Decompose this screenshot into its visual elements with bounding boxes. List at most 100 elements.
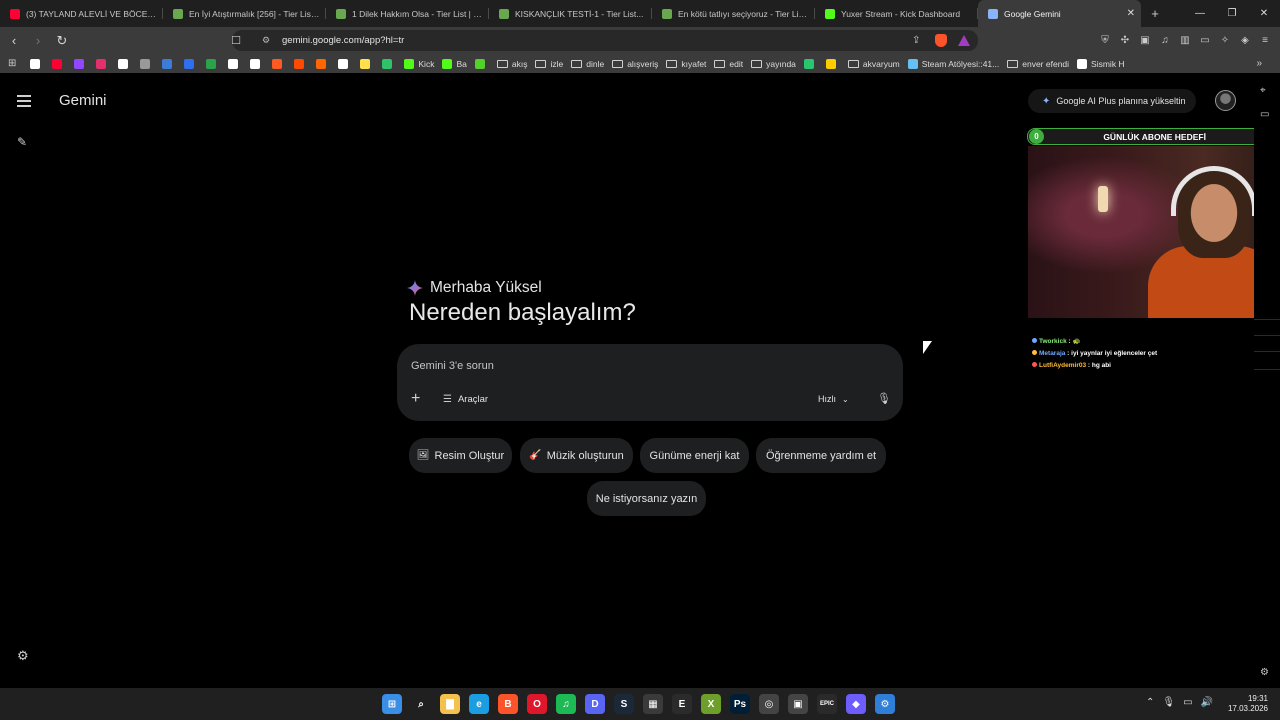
bookmark-item[interactable] <box>272 58 286 69</box>
bookmark-item[interactable] <box>30 58 44 69</box>
close-tab-icon[interactable]: ✕ <box>1127 8 1135 19</box>
bookmark-item[interactable]: Ba <box>442 58 467 69</box>
bookmark-item[interactable] <box>382 58 396 69</box>
apps-grid-icon[interactable]: ⊞ <box>8 58 16 69</box>
model-mode-selector[interactable]: Hızlı ⌄ <box>818 394 849 404</box>
tools-button[interactable]: ☰ Araçlar <box>443 394 488 405</box>
volume-icon[interactable]: 🔊 <box>1201 697 1213 708</box>
tab-5[interactable]: Yuxer Stream - Kick Dashboard <box>815 0 978 27</box>
close-window-button[interactable]: ✕ <box>1248 0 1280 27</box>
share-icon[interactable]: ⇪ <box>912 35 920 46</box>
bookmark-item[interactable] <box>118 58 132 69</box>
steam-icon[interactable]: S <box>614 694 634 714</box>
microphone-icon[interactable]: 🎙 <box>877 392 891 405</box>
bookmark-item[interactable] <box>140 58 154 69</box>
forward-icon[interactable]: › <box>28 31 48 51</box>
upgrade-plan-button[interactable]: ✦ Google AI Plus planına yükseltin <box>1028 89 1196 113</box>
back-icon[interactable]: ‹ <box>4 31 24 51</box>
brave-icon[interactable]: B <box>498 694 518 714</box>
bookmark-item[interactable]: yayında <box>751 59 796 69</box>
app-title[interactable]: Gemini <box>59 92 107 109</box>
url-field[interactable]: ☐ ⚙ gemini.google.com/app?hl=tr ⇪ <box>229 30 978 51</box>
tab-6[interactable]: Google Gemini ✕ <box>978 0 1141 27</box>
bookmark-icon[interactable]: ☐ <box>229 34 243 47</box>
add-attachment-icon[interactable]: + <box>411 390 420 408</box>
main-menu-icon[interactable] <box>17 95 31 110</box>
new-chat-icon[interactable]: ✎ <box>17 135 27 149</box>
new-tab-button[interactable]: + <box>1145 6 1165 21</box>
calculator-icon[interactable]: ▦ <box>643 694 663 714</box>
bookmark-item[interactable] <box>825 58 840 69</box>
url-text[interactable]: gemini.google.com/app?hl=tr <box>282 35 404 46</box>
bookmark-item[interactable]: izle <box>535 59 563 69</box>
xbox-app-icon[interactable]: X <box>701 694 721 714</box>
bookmark-item[interactable] <box>250 58 264 69</box>
vpn-icon[interactable]: ⛨ <box>1098 35 1112 46</box>
prompt-composer[interactable]: Gemini 3'e sorun + ☰ Araçlar Hızlı ⌄ 🎙 <box>397 344 903 421</box>
browser-menu-icon[interactable]: ≡ <box>1258 35 1272 46</box>
edge-icon[interactable]: e <box>469 694 489 714</box>
account-avatar[interactable] <box>1215 90 1236 111</box>
bookmark-item[interactable] <box>184 58 198 69</box>
vs-app-icon[interactable]: ◆ <box>846 694 866 714</box>
bookmark-item[interactable] <box>162 58 176 69</box>
epic-games-icon[interactable]: EPIC <box>817 694 837 714</box>
panel-icon[interactable]: ▭ <box>1260 109 1269 120</box>
windows-start-icon[interactable]: ⊞ <box>382 694 402 714</box>
shield-icon[interactable]: ◈ <box>1238 35 1252 46</box>
bookmark-item[interactable] <box>52 58 66 69</box>
maximize-button[interactable]: ❐ <box>1216 0 1248 27</box>
obs-app-icon[interactable]: ▣ <box>788 694 808 714</box>
extensions-icon[interactable]: ✣ <box>1118 35 1132 46</box>
settings-icon[interactable]: ⚙ <box>17 648 29 664</box>
leo-ai-icon[interactable]: ✧ <box>1218 35 1232 46</box>
tab-0[interactable]: (3) TAYLAND ALEVLİ VE BÖCEKLİ SO... <box>0 0 163 27</box>
tab-2[interactable]: 1 Dilek Hakkım Olsa - Tier List | Kör S.… <box>326 0 489 27</box>
chip-energize-day[interactable]: Günüme enerji kat <box>640 438 749 473</box>
bookmark-item[interactable]: akış <box>496 59 527 69</box>
tab-4[interactable]: En kötü tatlıyı seçiyoruz - Tier List | … <box>652 0 815 27</box>
bookmark-item[interactable]: dinle <box>571 59 604 69</box>
brave-rewards-icon[interactable] <box>958 35 970 46</box>
chip-create-music[interactable]: 🎸 Müzik oluşturun <box>520 438 633 473</box>
bookmark-item[interactable]: alışveriş <box>612 59 658 69</box>
bookmark-item[interactable] <box>206 58 220 69</box>
bookmark-item[interactable] <box>338 58 352 69</box>
prompt-input[interactable]: Gemini 3'e sorun <box>411 360 494 372</box>
minimize-button[interactable]: — <box>1184 0 1216 27</box>
bookmark-item[interactable] <box>474 58 489 69</box>
screenshot-icon[interactable]: ▣ <box>1138 35 1152 46</box>
bookmark-item[interactable] <box>74 58 88 69</box>
photoshop-icon[interactable]: Ps <box>730 694 750 714</box>
bookmark-item[interactable]: akvaryum <box>847 59 900 69</box>
bookmark-item[interactable]: kıyafet <box>666 59 706 69</box>
bookmark-item[interactable] <box>360 58 374 69</box>
search-icon[interactable]: ⌕ <box>411 694 431 714</box>
bookmark-item[interactable] <box>316 58 330 69</box>
bookmark-item[interactable] <box>96 58 110 69</box>
tab-3[interactable]: KISKANÇLIK TESTİ-1 - Tier List... <box>489 0 652 27</box>
opera-icon[interactable]: O <box>527 694 547 714</box>
settings-app-icon[interactable]: ⚙ <box>875 694 895 714</box>
site-info-icon[interactable]: ⚙ <box>262 35 270 46</box>
network-icon[interactable]: ▭ <box>1183 697 1192 708</box>
bookmarks-overflow-icon[interactable]: » <box>1256 58 1262 69</box>
gear-icon[interactable]: ⚙ <box>1260 667 1269 678</box>
bookmark-item[interactable]: enver efendi <box>1007 59 1069 69</box>
bookmark-item[interactable]: Kick <box>404 58 434 69</box>
discord-icon[interactable]: D <box>585 694 605 714</box>
epic-app-icon[interactable]: E <box>672 694 692 714</box>
bookmark-item[interactable]: Steam Atölyesi::41... <box>907 58 999 69</box>
reload-icon[interactable]: ↻ <box>52 31 72 51</box>
brave-shields-icon[interactable] <box>935 34 947 47</box>
file-explorer-icon[interactable]: ▇ <box>440 694 460 714</box>
bookmark-item[interactable]: edit <box>714 59 743 69</box>
chip-help-learn[interactable]: Öğrenmeme yardım et <box>756 438 886 473</box>
chip-write-anything[interactable]: Ne istiyorsanız yazın <box>587 481 706 516</box>
media-icon[interactable]: ♫ <box>1158 35 1172 46</box>
bookmark-item[interactable] <box>294 58 308 69</box>
spotify-icon[interactable]: ♫ <box>556 694 576 714</box>
chrome-app-icon[interactable]: ◎ <box>759 694 779 714</box>
bookmark-item[interactable]: Sismik H <box>1077 58 1125 69</box>
chevron-up-icon[interactable]: ⌃ <box>1146 697 1154 708</box>
